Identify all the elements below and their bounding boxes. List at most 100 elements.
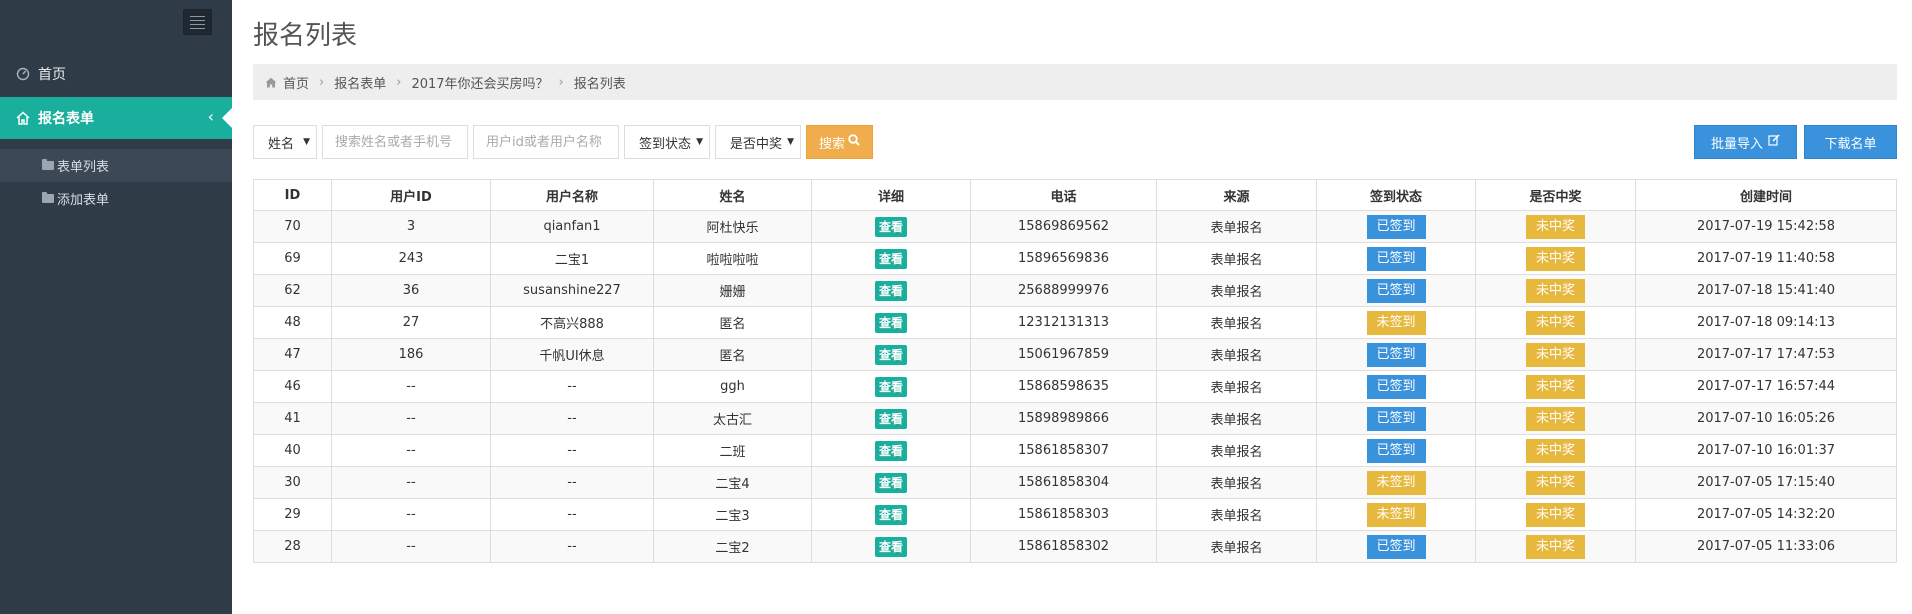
dashboard-icon bbox=[14, 65, 32, 83]
sign-status-badge[interactable]: 未签到 bbox=[1366, 310, 1426, 335]
table-row: 40 -- -- 二班 查看 15861858307 表单报名 已签到 未中奖 2017-07-1… bbox=[253, 434, 1897, 467]
column-header: 详细 bbox=[811, 179, 971, 211]
cell-win-status: 未中奖 bbox=[1475, 370, 1636, 403]
win-status-badge[interactable]: 未中奖 bbox=[1526, 214, 1585, 239]
view-button[interactable]: 查看 bbox=[874, 280, 907, 301]
cell-phone: 15869869562 bbox=[970, 210, 1157, 243]
cell-sign-status: 已签到 bbox=[1316, 402, 1476, 435]
win-status-badge[interactable]: 未中奖 bbox=[1526, 470, 1585, 495]
win-status-badge[interactable]: 未中奖 bbox=[1526, 342, 1585, 367]
sidebar-item-forms[interactable]: 报名表单 ‹ bbox=[0, 97, 232, 139]
table-row: 46 -- -- ggh 查看 15868598635 表单报名 已签到 未中奖 2017-07-… bbox=[253, 370, 1897, 403]
cell-phone: 25688999976 bbox=[970, 274, 1157, 307]
table-row: 30 -- -- 二宝4 查看 15861858304 表单报名 未签到 未中奖 2017-07-… bbox=[253, 466, 1897, 499]
view-button[interactable]: 查看 bbox=[874, 216, 907, 237]
win-status-badge[interactable]: 未中奖 bbox=[1526, 438, 1585, 463]
view-button[interactable]: 查看 bbox=[874, 440, 907, 461]
view-button[interactable]: 查看 bbox=[874, 344, 907, 365]
cell-user-name: -- bbox=[490, 466, 654, 499]
win-status-badge[interactable]: 未中奖 bbox=[1526, 310, 1585, 335]
batch-import-label: 批量导入 bbox=[1710, 136, 1763, 152]
cell-detail: 查看 bbox=[811, 274, 971, 307]
search-button[interactable]: 搜索 bbox=[806, 125, 874, 159]
cell-id: 30 bbox=[253, 466, 332, 499]
cell-id: 62 bbox=[253, 274, 332, 307]
view-button[interactable]: 查看 bbox=[874, 248, 907, 269]
filter-bar: 姓名 ▼ 签到状态 ▼ 是否中奖 ▼ 搜索 bbox=[253, 125, 874, 159]
table-row: 28 -- -- 二宝2 查看 15861858302 表单报名 已签到 未中奖 2017-07-… bbox=[253, 530, 1897, 563]
win-status-badge[interactable]: 未中奖 bbox=[1526, 502, 1585, 527]
cell-user-id: 243 bbox=[331, 242, 491, 275]
cell-sign-status: 未签到 bbox=[1316, 466, 1476, 499]
cell-phone: 15861858307 bbox=[970, 434, 1157, 467]
batch-import-button[interactable]: 批量导入 bbox=[1694, 125, 1797, 159]
view-button[interactable]: 查看 bbox=[874, 312, 907, 333]
sidebar-subitem-add-form[interactable]: 添加表单 bbox=[0, 182, 232, 215]
cell-name: 匿名 bbox=[653, 338, 812, 371]
search-icon bbox=[848, 134, 860, 150]
sign-status-select[interactable]: 签到状态 ▼ bbox=[624, 125, 710, 159]
column-header: 是否中奖 bbox=[1475, 179, 1636, 211]
caret-down-icon: ▼ bbox=[787, 137, 794, 147]
cell-win-status: 未中奖 bbox=[1475, 306, 1636, 339]
cell-id: 28 bbox=[253, 530, 332, 563]
cell-phone: 12312131313 bbox=[970, 306, 1157, 339]
sign-status-badge[interactable]: 已签到 bbox=[1366, 278, 1426, 303]
table-row: 47 186 千帆UI休息 匿名 查看 15061967859 表单报名 已签到 未中奖 2017… bbox=[253, 338, 1897, 371]
sidebar-item-home[interactable]: 首页 bbox=[0, 54, 232, 94]
menu-toggle-button[interactable] bbox=[183, 9, 212, 35]
column-header: 用户ID bbox=[331, 179, 491, 211]
breadcrumb-form-title[interactable]: 2017年你还会买房吗？ bbox=[411, 73, 548, 92]
download-list-button[interactable]: 下载名单 bbox=[1804, 125, 1897, 159]
win-status-badge[interactable]: 未中奖 bbox=[1526, 278, 1585, 303]
breadcrumb-home[interactable]: 首页 bbox=[283, 73, 309, 92]
sign-status-badge[interactable]: 未签到 bbox=[1366, 502, 1426, 527]
cell-sign-status: 已签到 bbox=[1316, 242, 1476, 275]
view-button[interactable]: 查看 bbox=[874, 472, 907, 493]
breadcrumb: 首页 › 报名表单 › 2017年你还会买房吗？ › 报名列表 bbox=[253, 64, 1897, 100]
view-button[interactable]: 查看 bbox=[874, 376, 907, 397]
cell-id: 41 bbox=[253, 402, 332, 435]
win-status-badge[interactable]: 未中奖 bbox=[1526, 374, 1585, 399]
sidebar-item-label: 报名表单 bbox=[38, 111, 94, 127]
chevron-right-icon: › bbox=[319, 74, 325, 90]
sign-status-badge[interactable]: 已签到 bbox=[1366, 406, 1426, 431]
sign-status-badge[interactable]: 已签到 bbox=[1366, 214, 1426, 239]
search-input[interactable] bbox=[322, 125, 468, 159]
cell-user-name: -- bbox=[490, 370, 654, 403]
win-status-badge[interactable]: 未中奖 bbox=[1526, 406, 1585, 431]
cell-user-name: -- bbox=[490, 402, 654, 435]
view-button[interactable]: 查看 bbox=[874, 408, 907, 429]
cell-sign-status: 已签到 bbox=[1316, 530, 1476, 563]
win-status-badge[interactable]: 未中奖 bbox=[1526, 246, 1585, 271]
cell-name: 阿杜快乐 bbox=[653, 210, 812, 243]
cell-id: 69 bbox=[253, 242, 332, 275]
cell-sign-status: 已签到 bbox=[1316, 434, 1476, 467]
field-select[interactable]: 姓名 ▼ bbox=[253, 125, 317, 159]
sign-status-badge[interactable]: 已签到 bbox=[1366, 534, 1426, 559]
view-button[interactable]: 查看 bbox=[874, 504, 907, 525]
breadcrumb-forms[interactable]: 报名表单 bbox=[334, 73, 386, 92]
view-button[interactable]: 查看 bbox=[874, 536, 907, 557]
win-status-select[interactable]: 是否中奖 ▼ bbox=[715, 125, 801, 159]
cell-name: 太古汇 bbox=[653, 402, 812, 435]
column-header: 姓名 bbox=[653, 179, 812, 211]
cell-detail: 查看 bbox=[811, 498, 971, 531]
cell-source: 表单报名 bbox=[1156, 306, 1317, 339]
sidebar-subitem-form-list[interactable]: 表单列表 bbox=[0, 149, 232, 182]
sign-status-badge[interactable]: 已签到 bbox=[1366, 342, 1426, 367]
column-header: 电话 bbox=[970, 179, 1157, 211]
cell-user-name: -- bbox=[490, 498, 654, 531]
cell-detail: 查看 bbox=[811, 370, 971, 403]
win-status-badge[interactable]: 未中奖 bbox=[1526, 534, 1585, 559]
sign-status-badge[interactable]: 未签到 bbox=[1366, 470, 1426, 495]
cell-detail: 查看 bbox=[811, 210, 971, 243]
sign-status-badge[interactable]: 已签到 bbox=[1366, 246, 1426, 271]
cell-id: 40 bbox=[253, 434, 332, 467]
cell-name: 二宝3 bbox=[653, 498, 812, 531]
user-input[interactable] bbox=[473, 125, 619, 159]
cell-sign-status: 已签到 bbox=[1316, 210, 1476, 243]
sign-status-badge[interactable]: 已签到 bbox=[1366, 438, 1426, 463]
sign-status-badge[interactable]: 已签到 bbox=[1366, 374, 1426, 399]
cell-win-status: 未中奖 bbox=[1475, 402, 1636, 435]
